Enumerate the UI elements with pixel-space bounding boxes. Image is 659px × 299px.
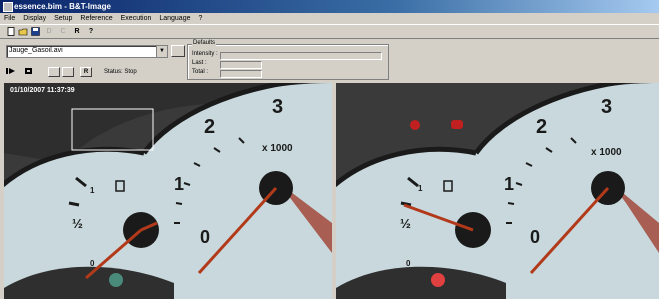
menu-bar: File Display Setup Reference Execution L… (0, 13, 659, 24)
browse-button[interactable] (171, 45, 185, 57)
status-text: Status: Stop (104, 69, 137, 75)
label-1: 1 (174, 174, 184, 194)
last-label: Last : (192, 60, 207, 66)
defaults-legend: Defaults (192, 40, 217, 46)
left-video-view[interactable]: 3 2 x 1000 1 0 1 ½ 0 01/10/2007 11:37:39 (4, 83, 332, 299)
label-2: 2 (204, 116, 215, 138)
label-half: ½ (72, 216, 83, 231)
new-file-icon[interactable] (6, 27, 16, 36)
chevron-down-icon[interactable]: ▼ (156, 46, 167, 57)
total-field (220, 70, 262, 78)
label-small-0: 0 (90, 259, 95, 268)
title-bar: essence.bim - B&T-Image (0, 0, 659, 13)
defaults-group: Defaults Intensity : Last : Total : (187, 40, 389, 80)
toolbar: D C R ? (0, 24, 659, 39)
menu-file[interactable]: File (4, 13, 15, 24)
label-1-right: 1 (504, 174, 514, 194)
step-back-button[interactable] (48, 67, 60, 77)
intensity-field (220, 52, 382, 60)
label-small-1: 1 (90, 186, 95, 195)
label-x1000: x 1000 (262, 143, 293, 154)
intensity-label: Intensity : (192, 51, 218, 57)
menu-language[interactable]: Language (159, 13, 190, 24)
fuel-warning-light-right (431, 273, 445, 287)
menu-help[interactable]: ? (198, 13, 202, 24)
play-icon[interactable] (6, 67, 16, 75)
label-3-right: 3 (601, 96, 612, 118)
airbag-warning-icon (410, 120, 420, 130)
toolbar-c-button[interactable]: C (58, 27, 68, 36)
total-label: Total : (192, 69, 209, 75)
open-folder-icon[interactable] (18, 27, 28, 36)
label-2-right: 2 (536, 116, 547, 138)
label-small-0-right: 0 (406, 259, 411, 268)
save-icon[interactable] (30, 27, 40, 36)
label-half-right: ½ (400, 216, 411, 231)
last-field (220, 61, 262, 69)
left-gauge-image: 3 2 x 1000 1 0 1 ½ 0 (4, 83, 332, 299)
source-select-value: Jauge_Gasoil.avi (9, 47, 63, 54)
timestamp: 01/10/2007 11:37:39 (10, 87, 75, 94)
menu-execution[interactable]: Execution (121, 13, 152, 24)
menu-display[interactable]: Display (23, 13, 46, 24)
source-select[interactable]: Jauge_Gasoil.avi ▼ (6, 45, 168, 58)
right-video-view[interactable]: 3 2 x 1000 1 0 1 ½ 0 (336, 83, 659, 299)
label-3: 3 (272, 96, 283, 118)
menu-reference[interactable]: Reference (80, 13, 112, 24)
reset-button[interactable]: R (80, 67, 92, 77)
brake-warning-icon (451, 120, 463, 129)
toolbar-r-button[interactable]: R (72, 27, 82, 36)
toolbar-d-button[interactable]: D (44, 27, 54, 36)
right-gauge-image: 3 2 x 1000 1 0 1 ½ 0 (336, 83, 659, 299)
stop-icon[interactable] (24, 67, 34, 75)
label-x1000-right: x 1000 (591, 147, 622, 158)
fuel-warning-light (109, 273, 123, 287)
control-panel: Jauge_Gasoil.avi ▼ Defaults Intensity : … (0, 39, 659, 83)
label-0-right: 0 (530, 227, 540, 247)
label-0: 0 (200, 227, 210, 247)
toolbar-help-button[interactable]: ? (86, 27, 96, 36)
label-small-1-right: 1 (418, 184, 423, 193)
menu-setup[interactable]: Setup (54, 13, 72, 24)
window-title: essence.bim - B&T-Image (14, 2, 111, 11)
app-icon (3, 2, 13, 12)
step-forward-button[interactable] (62, 67, 74, 77)
